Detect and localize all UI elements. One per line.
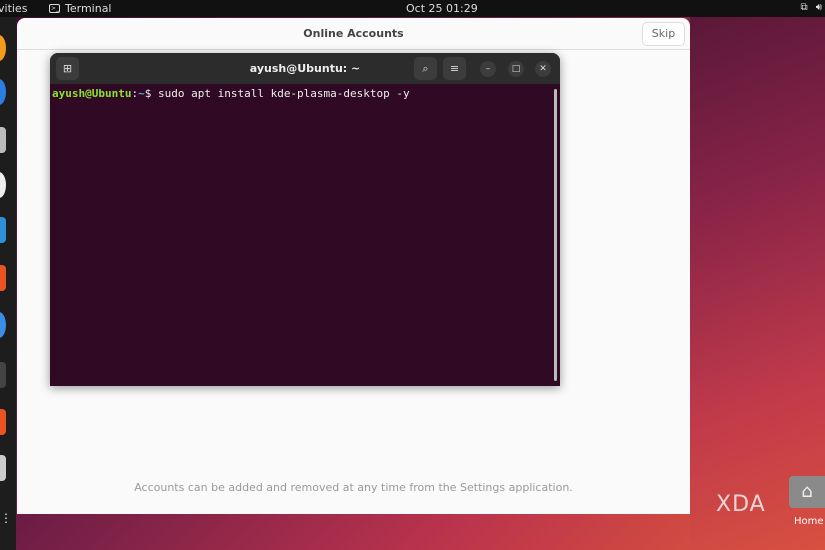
top-bar: vities >_ Terminal Oct 25 01:29 ⧉ 🔊︎ <box>0 0 825 17</box>
clock[interactable]: Oct 25 01:29 <box>406 2 478 15</box>
scrollbar[interactable] <box>554 89 557 381</box>
thunderbird-icon[interactable] <box>0 79 6 105</box>
app-menu[interactable]: >_ Terminal <box>49 2 112 15</box>
writer-icon[interactable] <box>0 217 6 243</box>
terminal-window[interactable]: ⊞ ayush@Ubuntu: ~ ⌕ ≡ – □ ✕ ayush@Ubuntu… <box>50 53 560 386</box>
wallpaper <box>690 17 825 550</box>
terminal-icon: >_ <box>49 4 60 13</box>
skip-button[interactable]: Skip <box>642 22 685 46</box>
show-apps-icon[interactable]: ⋮ <box>0 512 12 524</box>
prompt-user: ayush@Ubuntu <box>52 87 132 100</box>
terminal-dock-icon[interactable] <box>0 362 6 388</box>
search-icon[interactable]: ⌕ <box>414 57 437 80</box>
prompt-dir: ~ <box>138 87 145 100</box>
xda-watermark: XDA <box>716 492 766 517</box>
home-folder-icon[interactable]: ⌂ <box>789 476 825 508</box>
prompt-symbol: $ <box>144 87 158 100</box>
dialog-footer-text: Accounts can be added and removed at any… <box>134 481 573 494</box>
rhythmbox-icon[interactable] <box>0 172 6 198</box>
menu-icon[interactable]: ≡ <box>443 57 466 80</box>
minimize-icon[interactable]: – <box>480 61 496 77</box>
trash-icon[interactable] <box>0 455 6 481</box>
software-icon[interactable] <box>0 265 6 291</box>
files-icon[interactable] <box>0 127 6 153</box>
terminal-output[interactable]: ayush@Ubuntu:~$ sudo apt install kde-pla… <box>50 84 560 103</box>
close-icon[interactable]: ✕ <box>535 61 551 77</box>
command-text: sudo apt install kde-plasma-desktop -y <box>157 87 410 100</box>
maximize-icon[interactable]: □ <box>508 61 524 77</box>
firefox-icon[interactable] <box>0 35 6 61</box>
volume-icon: 🔊︎ <box>815 2 822 13</box>
help-icon[interactable] <box>0 312 6 338</box>
home-folder-label[interactable]: Home <box>794 516 824 527</box>
network-icon: ⧉ <box>800 2 808 13</box>
settings-icon[interactable] <box>0 409 6 435</box>
activities-button[interactable]: vities <box>0 2 27 15</box>
dock: ⋮ <box>0 17 16 550</box>
terminal-header: ⊞ ayush@Ubuntu: ~ ⌕ ≡ – □ ✕ <box>50 53 560 84</box>
app-menu-label: Terminal <box>65 2 112 15</box>
dialog-header: Online Accounts Skip <box>17 18 690 50</box>
system-tray[interactable]: ⧉ 🔊︎ <box>801 2 822 13</box>
dialog-title: Online Accounts <box>303 27 404 40</box>
